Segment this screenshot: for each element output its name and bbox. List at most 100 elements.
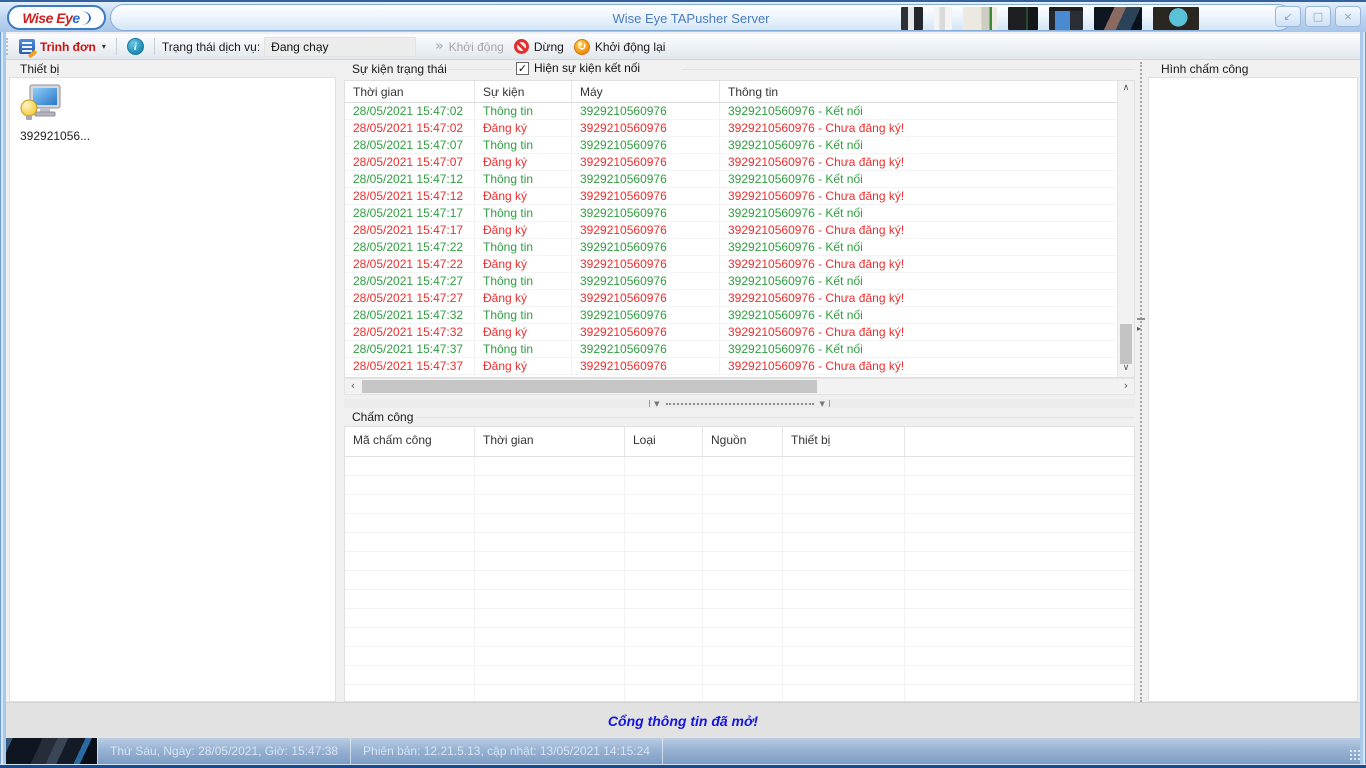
column-header-info[interactable]: Thông tin [720,81,1117,102]
table-row[interactable]: 28/05/2021 15:47:27Đăng ký39292105609763… [345,290,1117,307]
cell-machine: 3929210560976 [572,171,720,187]
start-service-button[interactable]: » Khởi động [430,37,509,56]
table-row[interactable]: 28/05/2021 15:47:07Thông tin392921056097… [345,137,1117,154]
devices-panel-title: Thiết bị [17,62,62,76]
cell-event: Thông tin [475,103,572,119]
scrollbar-thumb[interactable] [362,380,817,393]
cell-time: 28/05/2021 15:47:12 [345,171,475,187]
close-button[interactable]: × [1335,6,1361,27]
cell-machine: 3929210560976 [572,273,720,289]
vertical-splitter[interactable]: ▸ [1137,62,1146,702]
column-header-time[interactable]: Thời gian [475,427,625,456]
checkbox-check-icon: ✓ [516,62,529,75]
checkbox-label: Hiện sự kiện kết nối [534,61,640,75]
cell-event: Đăng ký [475,256,572,272]
cell-event: Thông tin [475,341,572,357]
horizontal-scrollbar[interactable]: ‹ › [344,378,1135,395]
cell-event: Đăng ký [475,188,572,204]
table-row[interactable]: 28/05/2021 15:47:37Đăng ký39292105609763… [345,358,1117,375]
toolbar-separator [116,38,117,55]
table-row[interactable]: 28/05/2021 15:47:27Thông tin392921056097… [345,273,1117,290]
cell-event: Thông tin [475,239,572,255]
events-table-header: Thời gian Sự kiện Máy Thông tin [345,81,1117,103]
cell-info: 3929210560976 - Chưa đăng ký! [720,222,1117,238]
statusbar-datetime: Thứ Sáu, Ngày: 28/05/2021, Giờ: 15:47:38 [98,744,350,758]
cell-machine: 3929210560976 [572,358,720,374]
table-row[interactable]: 28/05/2021 15:47:37Thông tin392921056097… [345,341,1117,358]
toolbar-grip[interactable] [6,38,9,55]
cell-time: 28/05/2021 15:47:27 [345,273,475,289]
vertical-scrollbar[interactable]: ∧ ∨ [1117,81,1134,377]
table-row[interactable]: 28/05/2021 15:47:17Đăng ký39292105609763… [345,222,1117,239]
cell-time: 28/05/2021 15:47:17 [345,222,475,238]
restart-service-button[interactable]: ↻ Khởi động lại [569,37,671,57]
table-row[interactable]: 28/05/2021 15:47:32Đăng ký39292105609763… [345,324,1117,341]
middle-section: Sự kiện trạng thái ✓ Hiện sự kiện kết nố… [344,62,1135,702]
groupbox-line [416,417,1135,418]
menu-button[interactable]: Trình đơn ▾ [14,37,111,56]
column-header-device[interactable]: Thiết bị [783,427,905,456]
restart-icon: ↻ [574,39,590,55]
minimize-button[interactable]: ↙ [1275,6,1301,27]
scroll-left-icon[interactable]: ‹ [346,379,360,394]
table-row[interactable]: 28/05/2021 15:47:22Thông tin392921056097… [345,239,1117,256]
menu-icon [19,39,35,54]
events-table-body: 28/05/2021 15:47:02Thông tin392921056097… [345,103,1117,377]
column-header-machine[interactable]: Máy [572,81,720,102]
cell-event: Đăng ký [475,358,572,374]
table-row[interactable]: 28/05/2021 15:47:22Đăng ký39292105609763… [345,256,1117,273]
column-header-source[interactable]: Nguồn [703,427,783,456]
table-row[interactable]: 28/05/2021 15:47:17Thông tin392921056097… [345,205,1117,222]
show-connection-events-checkbox[interactable]: ✓ Hiện sự kiện kết nối [516,61,640,75]
scroll-right-icon[interactable]: › [1119,379,1133,394]
cell-event: Thông tin [475,273,572,289]
face-terminal-screen-icon [1049,7,1083,30]
cell-event: Thông tin [475,137,572,153]
table-row[interactable]: 28/05/2021 15:47:07Đăng ký39292105609763… [345,154,1117,171]
device-monitor-icon [18,84,62,122]
cell-machine: 3929210560976 [572,103,720,119]
splitter-collapse-icon[interactable]: ▼ [654,400,659,408]
stop-service-button[interactable]: Dừng [509,37,569,56]
table-row[interactable]: 28/05/2021 15:47:02Đăng ký39292105609763… [345,120,1117,137]
splitter-dots [666,403,814,405]
titlebar: Wise Eye Wise Eye TAPusher Server ↙ □ × [0,0,1366,32]
client-area: Thiết bị [0,60,1366,702]
device-label: 392921056... [18,129,90,143]
groupbox-line [682,69,1135,70]
cell-time: 28/05/2021 15:47:32 [345,307,475,323]
scrollbar-thumb[interactable] [1120,324,1132,364]
splitter-collapse-icon[interactable]: ▸ [1137,324,1141,333]
access-terminal-icon [901,7,923,30]
cell-event: Thông tin [475,307,572,323]
splitter-dots [1140,62,1142,702]
service-status-field[interactable]: Đang chạy [264,37,416,57]
table-row[interactable]: 28/05/2021 15:47:32Thông tin392921056097… [345,307,1117,324]
column-header-type[interactable]: Loại [625,427,703,456]
column-header-attendance-code[interactable]: Mã chấm công [345,427,475,456]
table-row[interactable]: 28/05/2021 15:47:12Thông tin392921056097… [345,171,1117,188]
cell-event: Đăng ký [475,154,572,170]
maximize-button[interactable]: □ [1305,6,1331,27]
devices-panel: Thiết bị [9,62,336,702]
cell-time: 28/05/2021 15:47:07 [345,154,475,170]
cell-info: 3929210560976 - Chưa đăng ký! [720,256,1117,272]
splitter-handle[interactable] [1137,318,1145,320]
scroll-up-icon[interactable]: ∧ [1118,81,1134,97]
statusbar: Thứ Sáu, Ngày: 28/05/2021, Giờ: 15:47:38… [1,738,1365,764]
statusbar-fingerprint-photo [2,738,97,764]
scroll-down-icon[interactable]: ∨ [1118,361,1134,377]
column-header-event[interactable]: Sự kiện [475,81,572,102]
cell-time: 28/05/2021 15:47:02 [345,103,475,119]
horizontal-splitter[interactable]: ▼ ▼ [344,399,1135,408]
column-header-time[interactable]: Thời gian [345,81,475,102]
cell-machine: 3929210560976 [572,137,720,153]
device-list-item[interactable]: 392921056... [18,84,90,143]
splitter-collapse-icon[interactable]: ▼ [820,400,825,408]
table-row[interactable]: 28/05/2021 15:47:12Đăng ký39292105609763… [345,188,1117,205]
window-border-bottom [0,764,1366,768]
cell-info: 3929210560976 - Chưa đăng ký! [720,154,1117,170]
info-icon: i [127,38,144,55]
table-row[interactable]: 28/05/2021 15:47:02Thông tin392921056097… [345,103,1117,120]
info-button[interactable]: i [122,36,149,57]
